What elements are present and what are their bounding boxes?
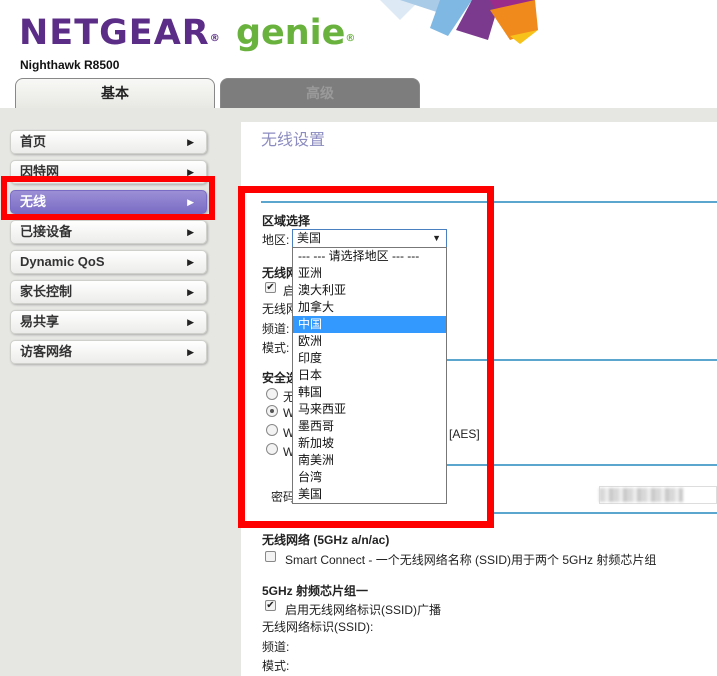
brand-name: NETGEAR [19,13,210,53]
chevron-right-icon: ▶ [187,287,194,297]
product-name: genie [235,13,346,53]
chevron-right-icon: ▶ [187,137,194,147]
sidebar-item-guest-network[interactable]: 访客网络 ▶ [10,340,207,364]
radio-chipset-1-heading: 5GHz 射频芯片组一 [262,584,369,598]
sidebar-item-label: 已接设备 [20,224,73,239]
chevron-right-icon: ▶ [187,227,194,237]
smart-connect-label: Smart Connect - 一个无线网络名称 (SSID)用于两个 5GHz… [285,553,657,567]
sidebar-item-label: 家长控制 [20,284,73,299]
registered-mark: ® [209,33,221,44]
sidebar-item-label: 首页 [20,134,47,149]
wireless-5ghz-heading: 无线网络 (5GHz a/n/ac) [262,533,390,547]
ssid-broadcast-label: 启用无线网络标识(SSID)广播 [285,603,442,617]
router-model: Nighthawk R8500 [20,58,120,72]
sidebar-item-parental-control[interactable]: 家长控制 ▶ [10,280,207,304]
sidebar-item-label: 易共享 [20,314,60,329]
registered-mark-2: ® [345,33,357,44]
tab-bar: 基本 高级 [0,78,717,110]
redacted-password-icon [599,488,683,502]
sidebar-item-dynamic-qos[interactable]: Dynamic QoS ▶ [10,250,207,274]
sidebar-item-label: Dynamic QoS [20,254,105,269]
smart-connect-checkbox[interactable] [265,551,276,562]
channel-label: 频道: [262,640,290,654]
tab-advanced[interactable]: 高级 [220,78,420,110]
chevron-right-icon: ▶ [187,347,194,357]
ssid-broadcast-checkbox[interactable]: ✔ [265,600,276,611]
highlight-box-region [238,186,494,528]
sidebar-item-readyshare[interactable]: 易共享 ▶ [10,310,207,334]
tab-basic[interactable]: 基本 [15,78,215,110]
chevron-right-icon: ▶ [187,317,194,327]
decorative-shapes-icon [380,0,538,44]
netgear-genie-logo: NETGEAR® genie® [19,12,356,54]
ssid-label: 无线网络标识(SSID): [262,620,374,634]
page-title: 无线设置 [261,132,326,149]
mode-label: 模式: [262,659,290,673]
header: NETGEAR® genie® Nighthawk R8500 [0,0,717,80]
sidebar-item-home[interactable]: 首页 ▶ [10,130,207,154]
divider [494,512,717,514]
sidebar-item-label: 访客网络 [20,344,73,359]
sidebar-item-attached-devices[interactable]: 已接设备 ▶ [10,220,207,244]
tab-underline [0,108,717,122]
highlight-box-sidebar [1,176,215,220]
chevron-right-icon: ▶ [187,257,194,267]
